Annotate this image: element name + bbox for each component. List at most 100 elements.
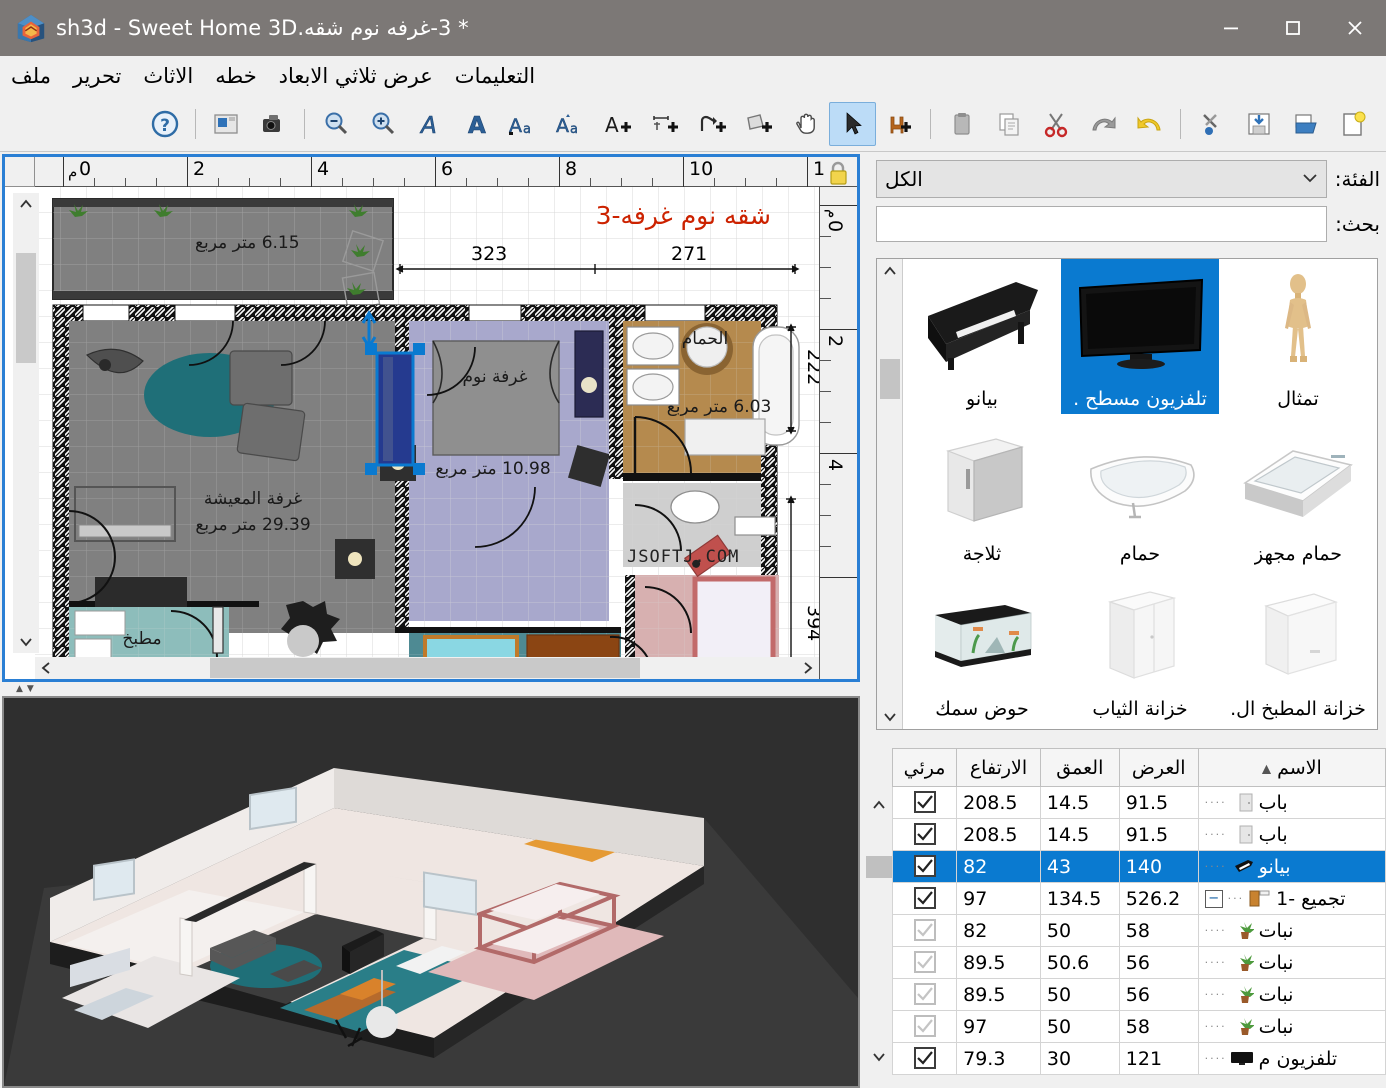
padlock-icon[interactable] (825, 160, 851, 190)
table-row-selected[interactable]: ···· بيانو 140 43 82 (893, 851, 1386, 883)
catalog-item-statue[interactable]: تمثال (1219, 259, 1377, 414)
increase-text-size-icon[interactable]: A a (547, 102, 594, 146)
group-collapse-button[interactable]: − (1205, 890, 1223, 908)
furniture-scroll-down-icon[interactable] (866, 1044, 892, 1070)
plan-hscroll-thumb[interactable] (210, 658, 640, 678)
ruler-unit-marker: م (68, 163, 77, 181)
visible-checkbox[interactable] (914, 791, 936, 813)
table-row[interactable]: ···· نبات 56 50 89.5 (893, 979, 1386, 1011)
close-button[interactable] (1324, 0, 1386, 56)
plan-vertical-scrollbar[interactable] (13, 193, 39, 653)
catalog-item-wardrobe[interactable]: خزانة الثياب (1061, 569, 1219, 724)
row-width: 58 (1119, 1011, 1198, 1043)
furniture-table: الاسم ▲ العرض العمق الارتفاع مرئي (892, 748, 1386, 1075)
category-select[interactable]: الكل (876, 160, 1327, 198)
preferences-icon[interactable] (1188, 102, 1235, 146)
menu-edit[interactable]: تحرير (62, 62, 132, 90)
catalog-vertical-scrollbar[interactable] (877, 259, 903, 729)
table-row-group[interactable]: − ··· تجميع -1 (893, 883, 1386, 915)
plan-canvas[interactable]: شقه نوم غرفه-3 323 271 222 394 6.15 متر … (35, 187, 819, 657)
menu-help[interactable]: التعليمات (444, 62, 546, 90)
column-header-width[interactable]: العرض (1119, 749, 1198, 787)
table-row[interactable]: ···· نبات 58 50 82 (893, 915, 1386, 947)
catalog-item-aquarium[interactable]: حوض سمك (903, 569, 1061, 724)
visible-checkbox[interactable] (914, 1047, 936, 1069)
create-room-icon[interactable] (735, 102, 782, 146)
new-home-icon[interactable] (1329, 102, 1376, 146)
visible-checkbox[interactable] (914, 823, 936, 845)
catalog-item-flat-tv[interactable]: تلفزيون مسطح . (1061, 259, 1219, 414)
catalog-item-piano[interactable]: بيانو (903, 259, 1061, 414)
menu-3d-view[interactable]: عرض ثلاثي الابعاد (268, 62, 444, 90)
table-row[interactable]: ···· باب 91.5 14.5 208.5 (893, 819, 1386, 851)
table-row[interactable]: ···· نبات 56 50.6 89.5 (893, 947, 1386, 979)
italic-icon[interactable]: A (406, 102, 453, 146)
column-header-name[interactable]: الاسم ▲ (1198, 749, 1385, 787)
scroll-up-icon[interactable] (13, 193, 39, 215)
visible-checkbox[interactable] (914, 983, 936, 1005)
catalog-scroll-thumb[interactable] (880, 359, 900, 399)
splitter-down-icon[interactable]: ▼ (27, 684, 34, 694)
plan-3d-splitter[interactable]: ▲ ▼ (2, 682, 860, 696)
scroll-down-icon[interactable] (13, 631, 39, 653)
copy-icon[interactable] (985, 102, 1032, 146)
row-height: 89.5 (957, 979, 1041, 1011)
catalog-item-fridge[interactable]: ثلاجة (903, 414, 1061, 569)
room-name-bathroom-wrap: الحمام (665, 327, 745, 353)
column-header-visible[interactable]: مرئي (893, 749, 957, 787)
catalog-item-kitchen-cabinet[interactable]: خزانة المطبخ ال. (1219, 569, 1377, 724)
row-height: 82 (957, 851, 1041, 883)
furniture-scroll-thumb[interactable] (866, 856, 892, 878)
help-icon[interactable]: ? (141, 102, 188, 146)
scroll-left-icon[interactable] (35, 657, 57, 679)
furniture-scroll-up-icon[interactable] (866, 792, 892, 818)
table-row[interactable]: ···· تلفزيون م 121 30 79.3 (893, 1043, 1386, 1075)
video-create-icon[interactable] (250, 102, 297, 146)
decrease-text-size-icon[interactable]: A a (500, 102, 547, 146)
zoom-out-icon[interactable] (312, 102, 359, 146)
splitter-up-icon[interactable]: ▲ (16, 684, 23, 694)
create-polyline-icon[interactable] (688, 102, 735, 146)
zoom-in-icon[interactable] (359, 102, 406, 146)
catalog-scroll-up-icon[interactable] (877, 259, 903, 283)
paste-icon[interactable] (938, 102, 985, 146)
minimize-button[interactable] (1200, 0, 1262, 56)
add-text-icon[interactable]: A (594, 102, 641, 146)
catalog-item-bathtub[interactable]: حمام (1061, 414, 1219, 569)
plan-horizontal-scrollbar[interactable] (35, 657, 819, 679)
maximize-button[interactable] (1262, 0, 1324, 56)
menu-file[interactable]: ملف (0, 62, 62, 90)
table-row[interactable]: ···· نبات 58 50 97 (893, 1011, 1386, 1043)
redo-icon[interactable] (1079, 102, 1126, 146)
open-icon[interactable] (1282, 102, 1329, 146)
visible-checkbox[interactable] (914, 1015, 936, 1037)
scroll-right-icon[interactable] (797, 657, 819, 679)
select-arrow-icon[interactable] (829, 102, 876, 146)
menu-plan[interactable]: خطه (204, 62, 267, 90)
toolbar-separator-4 (195, 109, 196, 139)
menu-furniture[interactable]: الاثاث (132, 62, 204, 90)
column-header-height[interactable]: الارتفاع (957, 749, 1041, 787)
plan-scroll-thumb[interactable] (16, 253, 36, 363)
view-3d[interactable] (2, 696, 860, 1088)
bold-icon[interactable]: A (453, 102, 500, 146)
row-height: 208.5 (957, 787, 1041, 819)
plan-panel[interactable]: م 0 2 4 6 8 10 1 (2, 154, 860, 682)
visible-checkbox[interactable] (914, 855, 936, 877)
photo-create-icon[interactable] (203, 102, 250, 146)
search-input[interactable] (876, 206, 1327, 242)
save-icon[interactable] (1235, 102, 1282, 146)
visible-checkbox[interactable] (914, 887, 936, 909)
catalog-scroll-down-icon[interactable] (877, 705, 903, 729)
table-row[interactable]: ···· باب 91.5 14.5 208.5 (893, 787, 1386, 819)
add-furniture-icon[interactable] (876, 102, 923, 146)
furniture-table-scrollbar[interactable] (866, 748, 892, 1088)
pan-hand-icon[interactable] (782, 102, 829, 146)
create-dimension-icon[interactable] (641, 102, 688, 146)
visible-checkbox[interactable] (914, 951, 936, 973)
undo-icon[interactable] (1126, 102, 1173, 146)
cut-icon[interactable] (1032, 102, 1079, 146)
column-header-depth[interactable]: العمق (1040, 749, 1119, 787)
catalog-item-bathtub-fitted[interactable]: حمام مجهز (1219, 414, 1377, 569)
visible-checkbox[interactable] (914, 919, 936, 941)
